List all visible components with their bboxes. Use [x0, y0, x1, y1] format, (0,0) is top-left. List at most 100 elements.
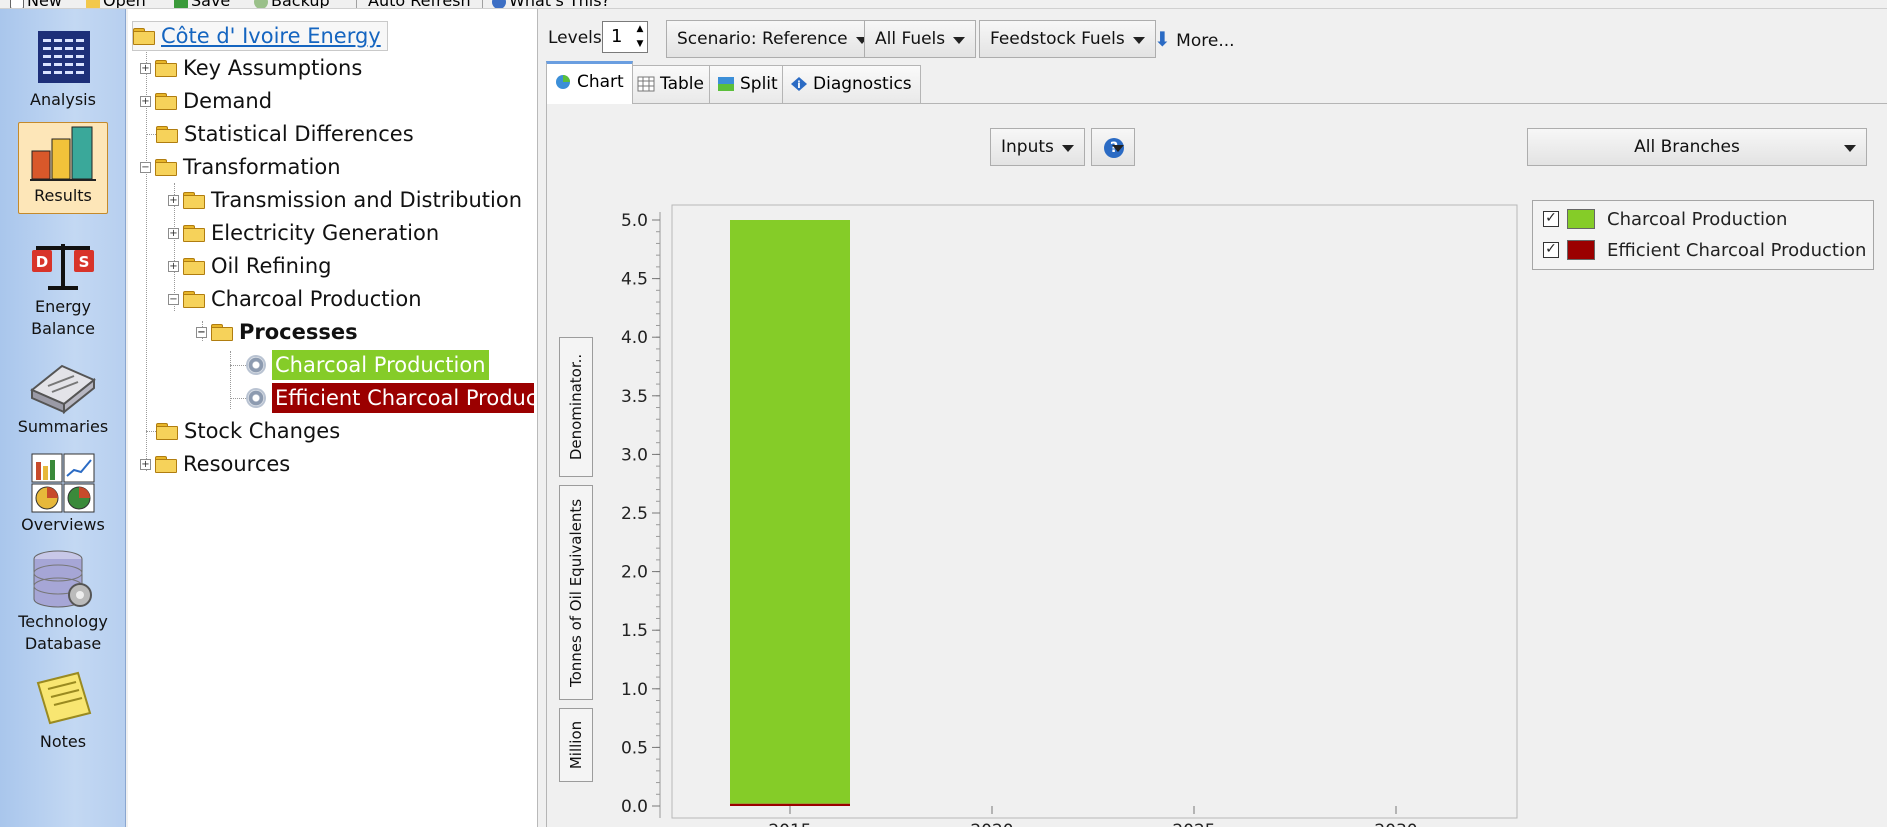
tree-root[interactable]: Côte d' Ivoire Energy — [132, 21, 388, 51]
expand-icon[interactable]: + — [168, 194, 179, 206]
overviews-icon — [28, 452, 98, 514]
tree-item-electricity-generation[interactable]: + Electricity Generation — [168, 218, 439, 248]
new-file-icon — [10, 0, 24, 8]
expand-icon[interactable]: + — [168, 260, 179, 272]
save-button[interactable]: Save — [174, 0, 230, 8]
view-analysis[interactable]: Analysis — [8, 27, 118, 119]
results-chart-icon — [28, 123, 98, 185]
fuels-dropdown[interactable]: All Fuels — [864, 20, 977, 58]
x-tick-label: 2015 — [768, 821, 811, 827]
tree-connector — [230, 351, 231, 409]
table-tab-icon — [637, 76, 655, 92]
x-tick-label: 2025 — [1172, 821, 1215, 827]
collapse-icon[interactable]: − — [140, 161, 151, 173]
tree-item-demand[interactable]: + Demand — [140, 86, 272, 116]
view-notes[interactable]: Notes — [8, 669, 118, 761]
down-arrow-icon: ⬇ — [1154, 27, 1171, 51]
folder-open-icon — [211, 324, 233, 341]
tab-table[interactable]: Table — [629, 65, 713, 103]
bar-charcoal-production[interactable] — [730, 220, 850, 804]
y-tick-label: 3.5 — [621, 387, 648, 407]
split-tab-icon — [718, 77, 734, 91]
tab-diagnostics[interactable]: i Diagnostics — [782, 65, 921, 103]
view-results[interactable]: Results — [18, 122, 108, 214]
chart-tab-content: Inputs ? All Branches Denominator.. Tonn… — [546, 103, 1887, 827]
tree-item-resources[interactable]: + Resources — [140, 449, 290, 479]
legend-swatch — [1567, 240, 1595, 260]
x-tick-label: 2020 — [970, 821, 1013, 827]
backup-icon — [254, 0, 268, 8]
y-tick-label: 0.5 — [621, 738, 648, 758]
folder-open-icon — [183, 291, 205, 308]
y-tick-label: 4.5 — [621, 270, 648, 290]
view-energy-balance[interactable]: DS Energy Balance — [8, 234, 118, 344]
folder-icon — [155, 93, 177, 110]
backup-button[interactable]: Backup — [254, 0, 330, 8]
tab-split[interactable]: Split — [709, 65, 787, 103]
scenario-dropdown[interactable]: Scenario: Reference — [666, 20, 879, 58]
tab-chart[interactable]: Chart — [546, 61, 633, 104]
gear-icon — [246, 355, 266, 375]
gear-icon — [246, 388, 266, 408]
collapse-icon[interactable]: − — [168, 293, 179, 305]
view-summaries[interactable]: Summaries — [8, 354, 118, 446]
toolbar-separator — [482, 0, 483, 8]
tree-item-oil-refining[interactable]: + Oil Refining — [168, 251, 331, 281]
summaries-icon — [28, 354, 98, 416]
legend-checkbox[interactable]: ✓ — [1543, 211, 1559, 227]
branch-tree: Côte d' Ivoire Energy + Key Assumptions +… — [128, 9, 538, 827]
tree-item-charcoal-production[interactable]: − Charcoal Production — [168, 284, 422, 314]
legend-item-efficient[interactable]: ✓ Efficient Charcoal Production — [1543, 238, 1866, 262]
folder-icon — [183, 258, 205, 275]
tree-item-processes[interactable]: − Processes — [196, 317, 358, 347]
svg-text:S: S — [79, 253, 90, 271]
feedstock-dropdown[interactable]: Feedstock Fuels — [979, 20, 1156, 58]
whats-this-button[interactable]: What's This? — [492, 0, 610, 8]
save-icon — [174, 0, 188, 8]
help-icon — [492, 0, 506, 8]
open-button[interactable]: Open — [86, 0, 146, 8]
chart-tab-icon — [556, 75, 570, 89]
notes-icon — [28, 669, 98, 731]
spinner-arrows-icon[interactable]: ▲ ▼ — [633, 22, 647, 52]
toolbar-separator — [356, 0, 357, 8]
tree-item-transmission-distribution[interactable]: + Transmission and Distribution — [168, 185, 522, 215]
expand-icon[interactable]: + — [140, 62, 151, 74]
more-button[interactable]: ⬇ More... — [1154, 27, 1235, 51]
auto-refresh-button[interactable]: Auto Refresh — [368, 0, 471, 8]
expand-icon[interactable]: + — [140, 458, 151, 470]
tree-item-transformation[interactable]: − Transformation — [140, 152, 341, 182]
expand-icon[interactable]: + — [140, 95, 151, 107]
y-tick-label: 2.5 — [621, 504, 648, 524]
diagnostics-info-icon: i — [791, 77, 807, 91]
tree-item-stock-changes[interactable]: Stock Changes — [156, 416, 340, 446]
analysis-icon — [28, 27, 98, 89]
x-tick-label: 2030 — [1374, 821, 1417, 827]
folder-icon — [155, 456, 177, 473]
view-bar: Analysis Results DS Energy Balance Summa… — [0, 9, 126, 827]
legend-checkbox[interactable]: ✓ — [1543, 242, 1559, 258]
database-icon — [28, 549, 98, 611]
folder-icon — [156, 126, 178, 143]
legend-swatch — [1567, 209, 1595, 229]
levels-spinner[interactable]: 1 ▲ ▼ — [602, 21, 648, 53]
y-tick-label: 1.5 — [621, 621, 648, 641]
new-button[interactable]: New — [10, 0, 62, 8]
folder-icon — [156, 423, 178, 440]
bar-efficient-charcoal-production[interactable] — [730, 803, 850, 806]
tree-item-statistical-differences[interactable]: Statistical Differences — [156, 119, 414, 149]
tree-item-process-charcoal[interactable]: Charcoal Production — [246, 350, 489, 380]
y-tick-label: 3.0 — [621, 445, 648, 465]
expand-icon[interactable]: + — [168, 227, 179, 239]
folder-icon — [183, 225, 205, 242]
tree-item-key-assumptions[interactable]: + Key Assumptions — [140, 53, 362, 83]
view-technology-database[interactable]: Technology Database — [8, 549, 118, 659]
chart-legend: ✓ Charcoal Production ✓ Efficient Charco… — [1532, 200, 1874, 270]
view-overviews[interactable]: Overviews — [8, 452, 118, 544]
folder-icon — [155, 60, 177, 77]
folder-open-icon — [133, 28, 155, 45]
legend-item-charcoal[interactable]: ✓ Charcoal Production — [1543, 207, 1787, 231]
collapse-icon[interactable]: − — [196, 326, 207, 338]
main-toolbar: New Open Save Backup Auto Refresh What's… — [0, 0, 1887, 9]
tree-item-process-efficient-charcoal[interactable]: Efficient Charcoal Product — [246, 383, 534, 413]
